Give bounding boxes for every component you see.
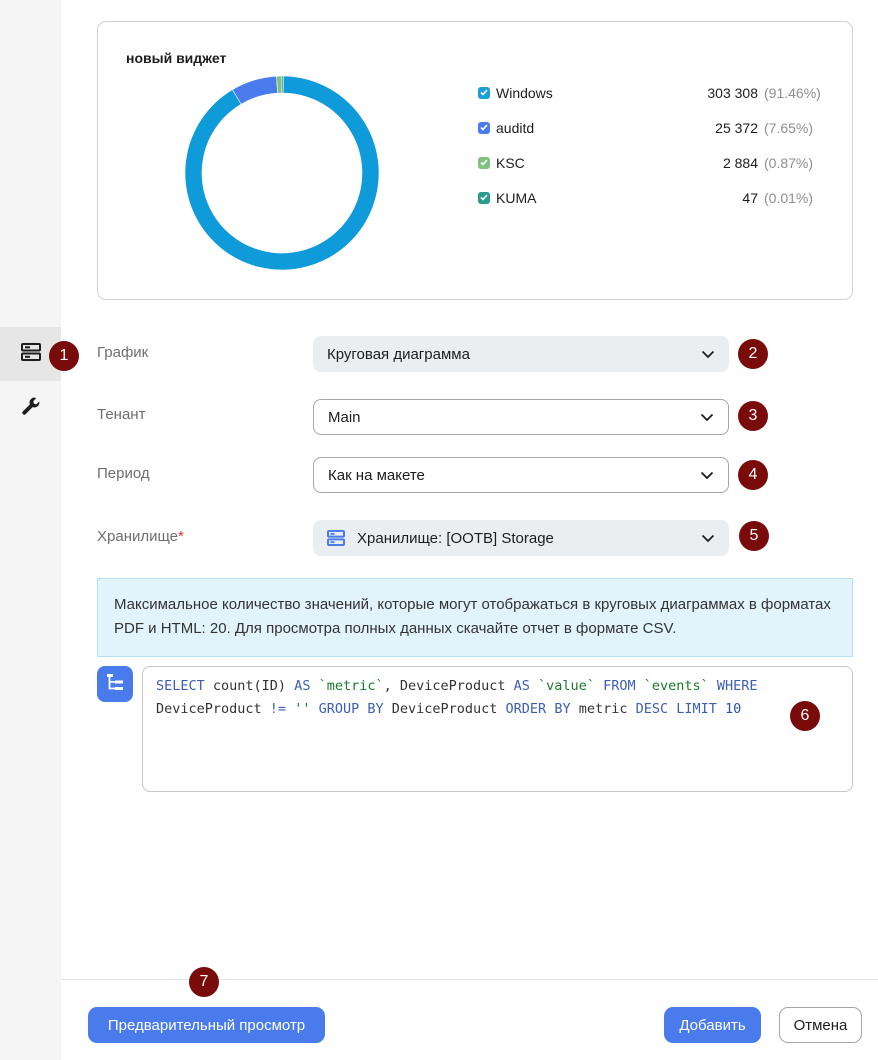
legend-item-kuma[interactable]: KUMA 47 (0.01%) [478,180,830,215]
storage-icon [327,530,345,546]
cancel-button[interactable]: Отмена [779,1007,862,1043]
legend-value: 47 [742,189,758,206]
chart-type-select[interactable]: Круговая диаграмма [313,336,729,372]
legend-item-ksc[interactable]: KSC 2 884 (0.87%) [478,145,830,180]
donut-slice-ksc[interactable] [276,75,283,94]
legend-value: 25 372 [715,119,758,136]
chart-legend: Windows 303 308 (91.46%) auditd 25 372 (… [478,75,830,215]
marker-7: 7 [189,967,219,997]
checkbox-checked-icon[interactable] [478,156,490,169]
storage-label-text: Хранилище [97,528,178,545]
period-value: Как на макете [328,466,425,484]
marker-2: 2 [738,339,768,369]
legend-percent: (7.65%) [764,119,814,136]
sql-line-2: DeviceProduct != '' GROUP BY DeviceProdu… [156,701,742,717]
chevron-down-icon [700,409,714,426]
donut-slice-kuma[interactable] [281,75,284,94]
chevron-down-icon [701,346,715,363]
sidebar-settings-button[interactable] [0,381,61,435]
sql-query-editor[interactable]: SELECT count(ID) AS `metric`, DeviceProd… [142,666,853,792]
chevron-down-icon [700,467,714,484]
add-button[interactable]: Добавить [664,1007,761,1043]
legend-name: KSC [496,154,525,171]
widget-preview-card: новый виджет Windows 303 308 (91.46%) au… [97,21,853,300]
legend-value: 303 308 [707,84,758,101]
checkbox-checked-icon[interactable] [478,86,490,99]
donut-slice-auditd[interactable] [232,75,278,105]
checkbox-checked-icon[interactable] [478,121,490,134]
legend-name: auditd [496,119,535,136]
chart-type-value: Круговая диаграмма [327,345,470,363]
storage-label: Хранилище* [97,528,184,545]
legend-item-auditd[interactable]: auditd 25 372 (7.65%) [478,110,830,145]
sidebar: 1 [0,0,79,1060]
info-banner: Максимальное количество значений, которы… [97,578,853,657]
tenant-label: Тенант [97,406,146,423]
legend-percent: (0.01%) [764,189,814,206]
main-panel: новый виджет Windows 303 308 (91.46%) au… [61,0,878,1060]
donut-slice-windows[interactable] [184,75,380,271]
tenant-value: Main [328,408,361,426]
period-label: Период [97,465,150,482]
marker-4: 4 [738,460,768,490]
checkbox-checked-icon[interactable] [478,191,490,204]
donut-chart [184,75,380,271]
footer-divider [61,979,878,980]
legend-name: KUMA [496,189,537,206]
marker-3: 3 [738,401,768,431]
legend-item-windows[interactable]: Windows 303 308 (91.46%) [478,75,830,110]
widget-title: новый виджет [126,50,227,66]
storage-value: Хранилище: [OOTB] Storage [357,529,554,547]
tree-icon [106,673,124,696]
sql-line-1: SELECT count(ID) AS `metric`, DeviceProd… [156,678,758,694]
query-builder-button[interactable] [97,666,133,702]
required-mark: * [178,528,184,545]
legend-value: 2 884 [722,154,758,171]
tenant-select[interactable]: Main [313,399,729,435]
legend-percent: (91.46%) [764,84,821,101]
legend-percent: (0.87%) [764,154,814,171]
marker-6: 6 [790,701,820,731]
legend-name: Windows [496,84,553,101]
period-select[interactable]: Как на макете [313,457,729,493]
marker-5: 5 [739,521,769,551]
wrench-icon [21,396,41,421]
chevron-down-icon [701,530,715,547]
chart-type-label: График [97,344,149,361]
storage-select[interactable]: Хранилище: [OOTB] Storage [313,520,729,556]
storage-icon [20,342,41,366]
preview-button[interactable]: Предварительный просмотр [88,1007,325,1043]
